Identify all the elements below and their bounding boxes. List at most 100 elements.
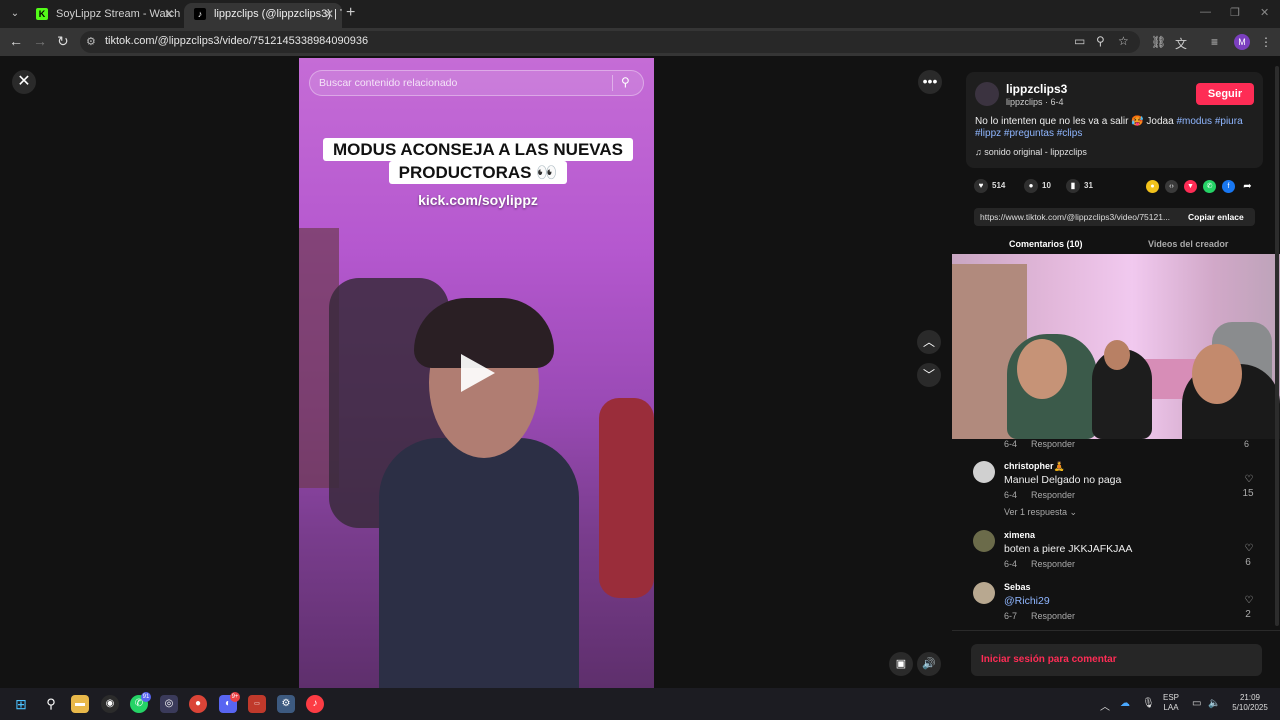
speaker-icon[interactable]: 🔈 xyxy=(1208,698,1220,709)
comment-date: 6-7 xyxy=(1004,611,1018,621)
comment-avatar[interactable] xyxy=(973,461,995,483)
app-icon[interactable]: ◎ xyxy=(160,695,178,713)
embed-icon[interactable]: ‹› xyxy=(1165,180,1178,193)
music-app-icon[interactable]: ♪ xyxy=(306,695,324,713)
hashtag[interactable]: #lippz xyxy=(975,128,1001,139)
hashtag[interactable]: #clips xyxy=(1057,128,1083,139)
tab-comments[interactable]: Comentarios (10) xyxy=(1009,239,1083,249)
onedrive-icon[interactable]: ☁ xyxy=(1120,698,1130,709)
save-button[interactable]: ▮ 31 xyxy=(1066,179,1093,193)
login-to-comment-button[interactable]: Iniciar sesión para comentar xyxy=(971,644,1262,676)
url-field[interactable]: ⚙ tiktok.com/@lippzclips3/video/75121453… xyxy=(80,31,1140,53)
heart-outline-icon[interactable]: ♡ xyxy=(1243,474,1255,485)
close-icon[interactable]: ✕ xyxy=(164,3,174,25)
bookmark-star-icon[interactable]: ☆ xyxy=(1118,34,1129,48)
obs-icon[interactable]: ◉ xyxy=(101,695,119,713)
related-search-input[interactable]: Buscar contenido relacionado ⚲ xyxy=(309,70,644,96)
overlay-shape xyxy=(1192,344,1242,404)
panel-tabs: Comentarios (10) Videos del creador xyxy=(952,236,1280,254)
back-icon[interactable]: ← xyxy=(9,33,23,49)
media-controls-icon[interactable]: ≡ xyxy=(1211,35,1218,49)
search-icon[interactable]: ⚲ xyxy=(621,75,630,89)
follow-button[interactable]: Seguir xyxy=(1196,83,1254,105)
hashtag[interactable]: #preguntas xyxy=(1004,128,1054,139)
volume-icon[interactable]: 🔊 xyxy=(917,652,941,676)
video-player[interactable]: Buscar contenido relacionado ⚲ MODUS ACO… xyxy=(299,58,654,688)
author-avatar[interactable] xyxy=(975,82,999,106)
comments-scrollbar[interactable] xyxy=(1275,66,1279,626)
chrome-icon[interactable]: ● xyxy=(189,695,207,713)
windows-start-icon[interactable]: ⊞ xyxy=(12,695,30,713)
language-code: ESP xyxy=(1163,693,1180,702)
install-app-icon[interactable]: ▭ xyxy=(1074,34,1085,48)
coin-icon[interactable]: ● xyxy=(1146,180,1159,193)
minimize-icon[interactable]: — xyxy=(1200,6,1211,18)
author-card: lippzclips3 lippzclips · 6-4 Seguir No l… xyxy=(966,72,1263,168)
author-name[interactable]: lippzclips3 xyxy=(1006,82,1067,96)
comment-date: 6-4 xyxy=(1004,490,1018,500)
clock[interactable]: 21:09 5/10/2025 xyxy=(1228,693,1272,713)
profile-avatar[interactable]: M xyxy=(1234,34,1250,50)
microphone-icon[interactable]: 🎙 xyxy=(1142,698,1155,709)
view-replies-button[interactable]: Ver 1 respuesta ⌄ xyxy=(1004,507,1077,518)
heart-outline-icon[interactable]: ♡ xyxy=(1243,543,1255,554)
new-tab-button[interactable]: + xyxy=(346,4,355,22)
previous-video-button[interactable]: ︿ xyxy=(917,330,941,354)
maximize-icon[interactable]: ❐ xyxy=(1230,6,1240,19)
site-info-icon[interactable]: ⚙ xyxy=(86,35,96,48)
heart-outline-icon[interactable]: ♡ xyxy=(1243,595,1255,606)
sound-link[interactable]: ♫ sonido original - lippzclips xyxy=(975,147,1087,157)
window-close-icon[interactable]: ✕ xyxy=(1260,6,1269,19)
comment-avatar[interactable] xyxy=(973,582,995,604)
tab-creator-videos[interactable]: Videos del creador xyxy=(1148,239,1228,249)
comment-user[interactable]: ximena xyxy=(1004,530,1035,540)
close-icon[interactable]: ✕ xyxy=(324,3,334,25)
chevron-up-icon[interactable]: ︿ xyxy=(1100,698,1110,713)
whatsapp-icon[interactable]: ✆ xyxy=(1203,180,1216,193)
floating-player-icon[interactable]: ▣ xyxy=(889,652,913,676)
language-indicator[interactable]: ESP LAA xyxy=(1163,693,1179,713)
comment-date: 6-4 xyxy=(1004,439,1018,449)
send-icon[interactable]: ▼ xyxy=(1184,180,1197,193)
zoom-icon[interactable]: ⚲ xyxy=(1096,34,1105,48)
like-count: 15 xyxy=(1242,488,1254,499)
comment-avatar[interactable] xyxy=(973,530,995,552)
streaming-app-icon[interactable]: ▭ xyxy=(248,695,266,713)
settings-icon[interactable]: ⚙ xyxy=(277,695,295,713)
next-video-button[interactable]: ﹀ xyxy=(917,363,941,387)
forward-icon[interactable]: → xyxy=(33,33,47,49)
reload-icon[interactable]: ↻ xyxy=(57,33,69,50)
tab-soylippz[interactable]: K SoyLippz Stream - Watch Live o ✕ xyxy=(26,3,182,28)
video-frame-shape xyxy=(599,398,654,598)
comment-list: 6-4 Responder 6 christopher🧘 Manuel Delga… xyxy=(952,439,1280,631)
like-button[interactable]: ♥ 514 xyxy=(974,179,1005,193)
comment-user[interactable]: christopher🧘 xyxy=(1004,461,1065,472)
search-icon[interactable]: ⚲ xyxy=(42,695,60,713)
file-explorer-icon[interactable]: ▬ xyxy=(71,695,89,713)
facebook-icon[interactable]: f xyxy=(1222,180,1235,193)
reply-button[interactable]: Responder xyxy=(1031,611,1075,621)
comment-user[interactable]: Sebas xyxy=(1004,582,1031,592)
copy-link-button[interactable]: Copiar enlace xyxy=(1188,212,1244,222)
whatsapp-badge: 91 xyxy=(141,692,151,702)
tab-search-icon[interactable]: ⌄ xyxy=(6,5,24,23)
translate-icon[interactable]: 文 xyxy=(1175,35,1187,52)
network-icon[interactable]: ▭ xyxy=(1192,698,1201,709)
more-options-button[interactable]: ••• xyxy=(918,70,942,94)
menu-icon[interactable]: ⋮ xyxy=(1260,35,1272,49)
sound-label: sonido original - lippzclips xyxy=(984,147,1087,157)
webcam-overlay xyxy=(952,254,1280,439)
reply-button[interactable]: Responder xyxy=(1031,559,1075,569)
comment-text[interactable]: @Richi29 xyxy=(1004,595,1050,607)
link-icon[interactable]: ⛓ xyxy=(1151,35,1166,49)
close-video-button[interactable]: ✕ xyxy=(12,70,36,94)
play-icon[interactable] xyxy=(461,354,495,392)
hashtag[interactable]: #piura xyxy=(1215,116,1243,127)
hashtag[interactable]: #modus xyxy=(1176,116,1212,127)
tab-tiktok[interactable]: ♪ lippzclips (@lippzclips3) | TikTok ✕ xyxy=(184,3,342,28)
bookmark-icon: ▮ xyxy=(1066,179,1080,193)
comment-button[interactable]: ● 10 xyxy=(1024,179,1051,193)
reply-button[interactable]: Responder xyxy=(1031,439,1075,449)
reply-button[interactable]: Responder xyxy=(1031,490,1075,500)
share-arrow-icon[interactable]: ➦ xyxy=(1241,180,1254,193)
